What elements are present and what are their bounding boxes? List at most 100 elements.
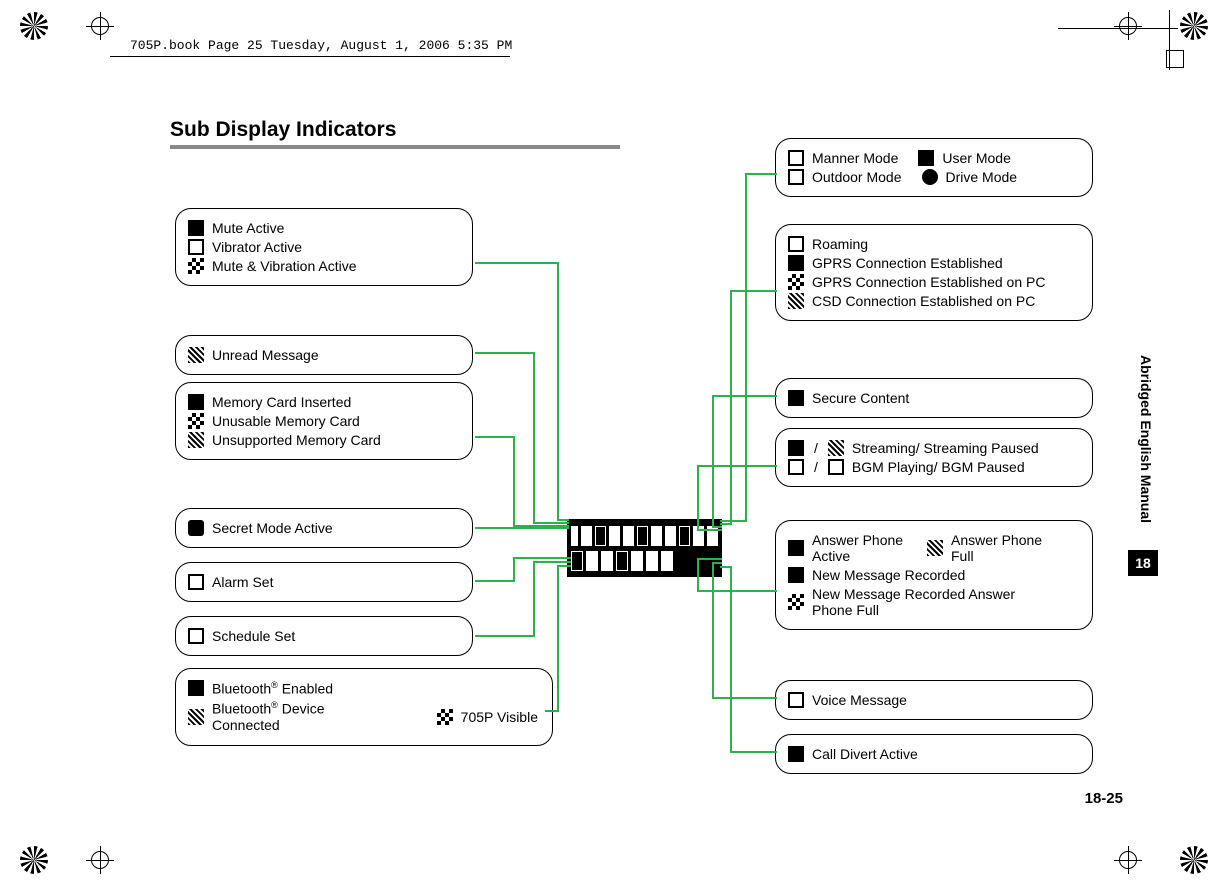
alarm-set-label: Alarm Set [212, 574, 273, 590]
connector [712, 526, 722, 528]
outdoor-mode-label: Outdoor Mode [812, 169, 902, 185]
call-divert-label: Call Divert Active [812, 746, 918, 762]
voice-message-label: Voice Message [812, 692, 907, 708]
answer-phone-full-label: Answer Phone Full [951, 532, 1046, 564]
page-title: Sub Display Indicators [170, 118, 396, 142]
connector [475, 580, 515, 582]
secure-content-icon [788, 390, 804, 406]
connector [697, 465, 777, 467]
connector [475, 436, 515, 438]
answer-phone-full-icon [927, 540, 943, 556]
alarm-set-icon [188, 574, 204, 590]
bubble-schedule: Schedule Set [175, 616, 473, 656]
answer-phone-active-icon [788, 540, 804, 556]
connector [557, 565, 559, 712]
slash-icon: / [814, 459, 818, 475]
voice-message-icon [788, 692, 804, 708]
new-message-recorded-icon [788, 567, 804, 583]
connector [712, 697, 777, 699]
bubble-bluetooth: Bluetooth® Enabled Bluetooth® Device Con… [175, 668, 553, 746]
memory-inserted-icon [188, 394, 204, 410]
running-header: 705P.book Page 25 Tuesday, August 1, 200… [130, 38, 512, 53]
user-mode-label: User Mode [942, 150, 1010, 166]
connector [697, 558, 722, 560]
connector [730, 290, 732, 524]
call-divert-icon [788, 746, 804, 762]
bubble-memory: Memory Card Inserted Unusable Memory Car… [175, 382, 473, 460]
streaming-label: Streaming/ Streaming Paused [852, 440, 1039, 456]
connector [712, 395, 777, 397]
unread-message-icon [188, 347, 204, 363]
bubble-unread: Unread Message [175, 335, 473, 375]
vibrator-label: Vibrator Active [212, 239, 302, 255]
streaming-paused-icon [828, 440, 844, 456]
schedule-set-label: Schedule Set [212, 628, 295, 644]
connector [475, 527, 569, 529]
connector [533, 352, 535, 522]
connector [712, 395, 714, 527]
crop-pinwheel-tr [1180, 12, 1208, 40]
connector [697, 529, 722, 531]
bluetooth-connected-label: Bluetooth® Device Connected [212, 700, 367, 734]
roaming-icon [788, 236, 804, 252]
side-section-label: Abridged English Manual [1138, 355, 1154, 523]
bluetooth-connected-icon [188, 709, 204, 725]
bubble-secure: Secure Content [775, 378, 1093, 418]
memory-unusable-icon [188, 413, 204, 429]
secure-content-label: Secure Content [812, 390, 909, 406]
new-message-recorded-label: New Message Recorded [812, 567, 965, 583]
connector [730, 290, 777, 292]
vibrator-icon [188, 239, 204, 255]
connector [475, 635, 535, 637]
bubble-answer: Answer Phone Active Answer Phone Full Ne… [775, 520, 1093, 630]
gprs-label: GPRS Connection Established [812, 255, 1003, 271]
registration-mark [1114, 846, 1142, 874]
mute-label: Mute Active [212, 220, 284, 236]
bluetooth-visible-icon [437, 709, 453, 725]
crop-square [1166, 50, 1184, 68]
chapter-tab: 18 [1128, 550, 1158, 576]
connector [557, 519, 569, 521]
connector [557, 565, 571, 567]
connector [697, 558, 699, 592]
connector [720, 566, 732, 568]
connector [730, 566, 732, 753]
connector [712, 562, 722, 564]
bubble-voice: Voice Message [775, 680, 1093, 720]
streaming-icon [788, 440, 804, 456]
drive-mode-label: Drive Mode [946, 169, 1018, 185]
crop-pinwheel-bl [20, 846, 48, 874]
manner-mode-label: Manner Mode [812, 150, 898, 166]
bluetooth-enabled-label: Bluetooth® Enabled [212, 680, 333, 697]
slash-icon: / [814, 440, 818, 456]
new-message-full-icon [788, 594, 804, 610]
roaming-label: Roaming [812, 236, 868, 252]
mute-vibration-label: Mute & Vibration Active [212, 258, 356, 274]
secret-mode-icon [188, 520, 204, 536]
connector [513, 557, 515, 582]
bluetooth-enabled-icon [188, 680, 204, 696]
connector [730, 751, 777, 753]
memory-unsupported-label: Unsupported Memory Card [212, 432, 381, 448]
outdoor-mode-icon [788, 169, 804, 185]
connector [697, 590, 777, 592]
answer-phone-active-label: Answer Phone Active [812, 532, 907, 564]
connector [697, 465, 699, 530]
gprs-icon [788, 255, 804, 271]
gprs-pc-label: GPRS Connection Established on PC [812, 274, 1045, 290]
connector [475, 352, 535, 354]
bubble-media: / Streaming/ Streaming Paused / BGM Play… [775, 428, 1093, 487]
schedule-set-icon [188, 628, 204, 644]
mute-icon [188, 220, 204, 236]
registration-mark [86, 12, 114, 40]
connector [557, 262, 559, 520]
page-number: 18-25 [1085, 790, 1123, 807]
user-mode-icon [918, 150, 934, 166]
connector [533, 522, 569, 524]
crop-pinwheel-tl [20, 12, 48, 40]
unread-message-label: Unread Message [212, 347, 319, 363]
header-rule [110, 56, 510, 57]
connector [720, 520, 747, 522]
bgm-label: BGM Playing/ BGM Paused [852, 459, 1025, 475]
page-title-rule [170, 145, 620, 149]
